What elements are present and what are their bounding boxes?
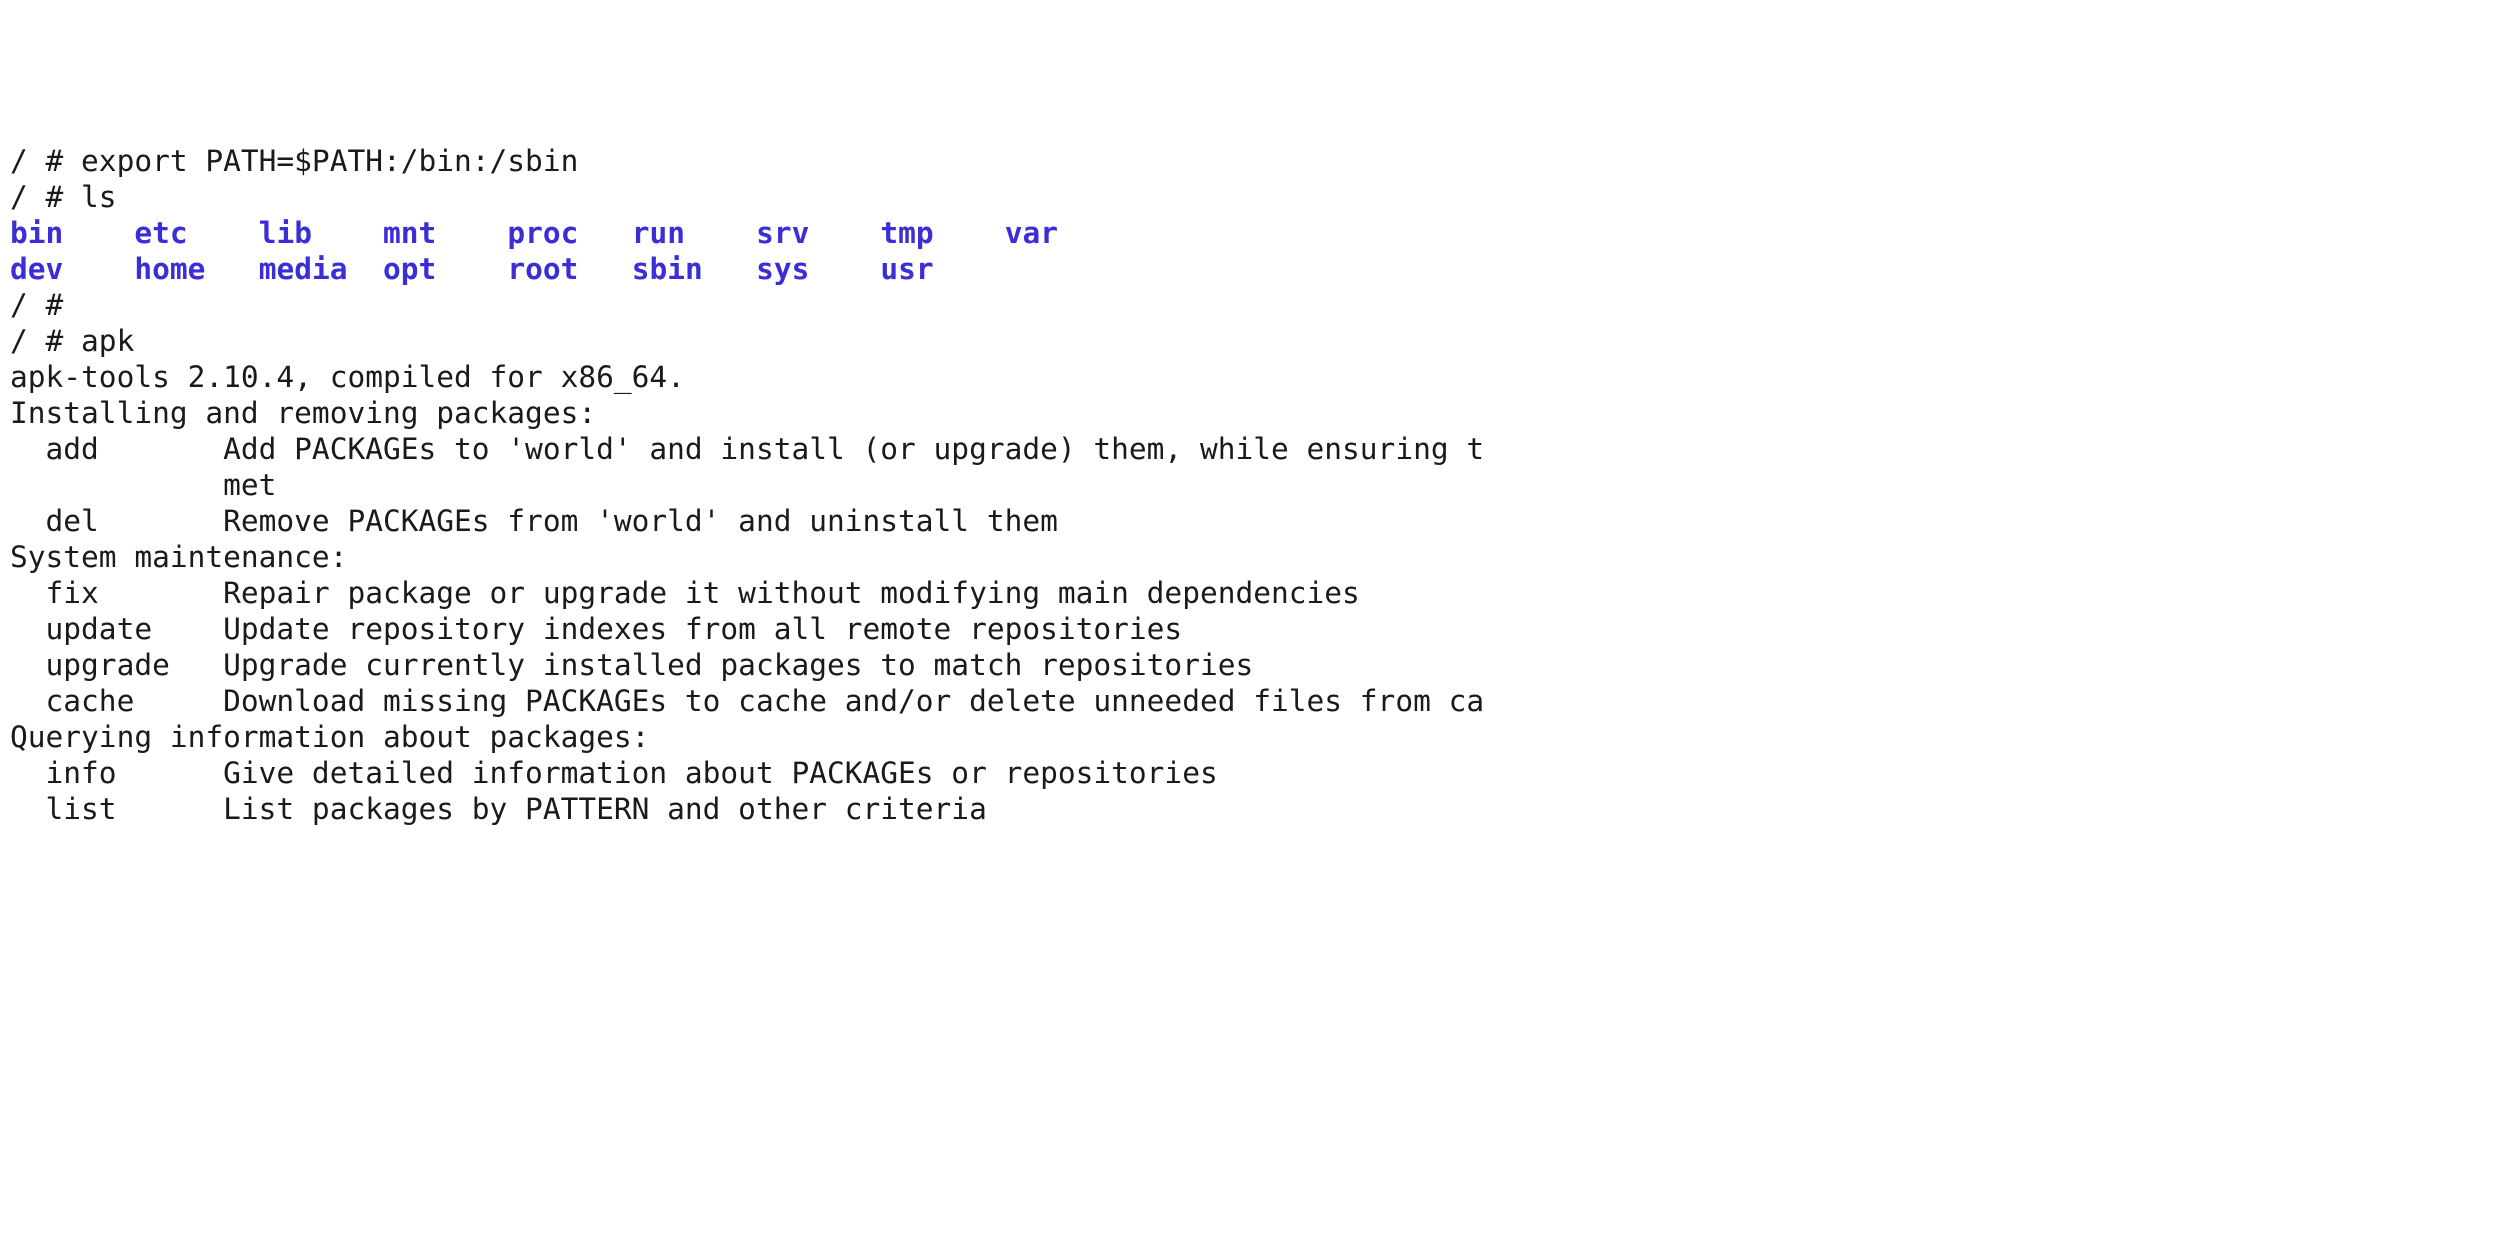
apk-del: del Remove PACKAGEs from 'world' and uni…	[10, 504, 2488, 540]
dir-media: media	[259, 252, 348, 286]
ls-row-1: bin etc lib mnt proc run srv tmp var	[10, 216, 2488, 252]
ls-row-2: dev home media opt root sbin sys usr	[10, 252, 2488, 288]
apk-add-cont: met	[10, 468, 2488, 504]
apk-list: list List packages by PATTERN and other …	[10, 792, 2488, 828]
dir-sys: sys	[756, 252, 809, 286]
dir-tmp: tmp	[880, 216, 933, 250]
apk-info: info Give detailed information about PAC…	[10, 756, 2488, 792]
dir-usr: usr	[880, 252, 933, 286]
apk-update: update Update repository indexes from al…	[10, 612, 2488, 648]
dir-mnt: mnt	[383, 216, 436, 250]
terminal-output[interactable]: / # export PATH=$PATH:/bin:/sbin/ # lsbi…	[0, 144, 2498, 828]
prompt-empty: / #	[10, 288, 2488, 324]
apk-add: add Add PACKAGEs to 'world' and install …	[10, 432, 2488, 468]
dir-lib: lib	[259, 216, 312, 250]
dir-sbin: sbin	[632, 252, 703, 286]
apk-cache: cache Download missing PACKAGEs to cache…	[10, 684, 2488, 720]
apk-upgrade: upgrade Upgrade currently installed pack…	[10, 648, 2488, 684]
apk-fix: fix Repair package or upgrade it without…	[10, 576, 2488, 612]
dir-root: root	[507, 252, 578, 286]
dir-bin: bin	[10, 216, 63, 250]
apk-section-install: Installing and removing packages:	[10, 396, 2488, 432]
apk-section-system: System maintenance:	[10, 540, 2488, 576]
apk-version: apk-tools 2.10.4, compiled for x86_64.	[10, 360, 2488, 396]
prompt-export: / # export PATH=$PATH:/bin:/sbin	[10, 144, 2488, 180]
dir-etc: etc	[134, 216, 187, 250]
apk-section-query: Querying information about packages:	[10, 720, 2488, 756]
dir-run: run	[632, 216, 685, 250]
dir-proc: proc	[507, 216, 578, 250]
dir-opt: opt	[383, 252, 436, 286]
dir-var: var	[1005, 216, 1058, 250]
dir-dev: dev	[10, 252, 63, 286]
prompt-ls: / # ls	[10, 180, 2488, 216]
prompt-apk: / # apk	[10, 324, 2488, 360]
dir-home: home	[134, 252, 205, 286]
dir-srv: srv	[756, 216, 809, 250]
